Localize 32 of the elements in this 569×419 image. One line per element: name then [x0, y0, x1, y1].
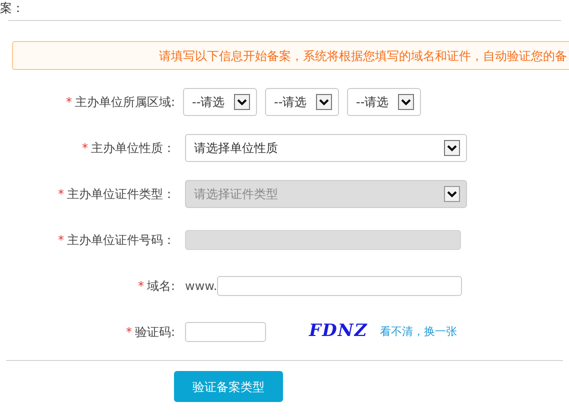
required-mark: *	[82, 141, 88, 155]
caret-icon	[316, 94, 332, 110]
section-heading: 案：	[0, 0, 25, 17]
dropdown-value: 请选择单位性质	[194, 140, 279, 157]
field-label: 主办单位证件号码：	[67, 233, 175, 247]
dropdown-value: --请选	[274, 94, 308, 111]
field-label: 主办单位证件类型：	[67, 187, 175, 201]
captcha-field[interactable]	[185, 322, 266, 342]
field-label: 主办单位所属区域:	[74, 95, 175, 109]
field-label: 验证码:	[134, 325, 175, 339]
dropdown-value: 请选择证件类型	[194, 186, 279, 203]
required-mark: *	[66, 95, 72, 109]
dropdown-field[interactable]: --请选	[347, 88, 421, 116]
required-mark: *	[58, 233, 64, 247]
required-mark: *	[58, 187, 64, 201]
required-mark: *	[126, 325, 132, 339]
captcha-text: FDNZ	[309, 320, 368, 344]
field-label: 主办单位性质：	[91, 141, 175, 155]
caret-icon	[444, 140, 460, 156]
dropdown-value: --请选	[192, 94, 226, 111]
dropdown-field[interactable]: 请选择单位性质	[185, 134, 467, 162]
caret-icon	[234, 94, 250, 110]
dropdown-field[interactable]: --请选	[183, 88, 257, 116]
field-label: 域名:	[146, 279, 175, 293]
domain-prefix: www.	[185, 278, 218, 295]
caret-icon	[398, 94, 414, 110]
domain-field[interactable]	[217, 276, 462, 296]
required-mark: *	[138, 279, 144, 293]
notice-banner: 请填写以下信息开始备案，系统将根据您填写的域名和证件，自动验证您的备	[12, 41, 569, 70]
caret-icon	[444, 186, 460, 202]
dropdown-value: --请选	[356, 94, 390, 111]
dropdown-field[interactable]: --请选	[265, 88, 339, 116]
